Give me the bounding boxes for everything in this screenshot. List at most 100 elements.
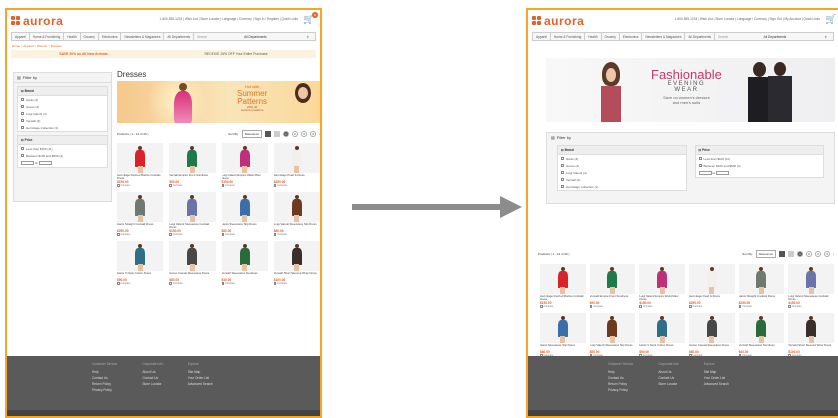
product-image[interactable] [738,313,785,343]
product-card[interactable]: Hermitage Pearl & Dress $250.00 Compare [689,264,735,308]
facet-option[interactable]: Hanis (4) [18,96,107,103]
breadcrumb[interactable]: Home > Apparel > Women > Dresses [7,41,320,50]
product-card[interactable]: Versatil Sleeveless Sundress$40.00Compar… [738,313,785,357]
checkbox[interactable] [21,112,24,115]
utility-links[interactable]: 1-800-555-1234 | Wish List | Store Locat… [160,17,298,21]
footer-link-search[interactable]: Advanced Search [704,382,729,386]
grid-view-icon[interactable] [265,131,271,137]
facet-option[interactable]: Luigi Valenti (4) [18,110,107,117]
compare-checkbox[interactable]: Compare [169,184,215,187]
product-image[interactable] [221,143,268,173]
product-image[interactable] [273,192,320,222]
compare-checkbox[interactable]: Compare [117,282,163,285]
product-card[interactable]: Luigi Valenti Sleeveless Cocktail Dress $… [169,192,216,236]
product-image[interactable] [589,264,636,294]
checkbox[interactable] [117,233,120,236]
product-card[interactable]: Versatil Short Sleeved Wrap Dress $100.00… [788,313,834,357]
product-image[interactable] [169,192,216,222]
checkbox[interactable] [21,126,24,129]
max-price-input[interactable] [716,171,730,175]
checkbox[interactable] [589,305,593,308]
product-card[interactable]: Hermitage Ruched Bodice Cocktail Dress $1… [117,143,164,187]
facet-option[interactable]: Gusso (4) [558,162,686,169]
facet-option[interactable]: Versatil (4) [558,176,686,183]
product-image[interactable] [221,241,268,271]
nav-item-all-departments[interactable]: All Departments [164,33,195,40]
product-image[interactable] [540,313,586,343]
product-card[interactable]: Hanis Sleeveless Slip Dress$80.00Compare [221,192,268,236]
product-image[interactable] [639,313,685,343]
list-view-icon[interactable] [274,131,280,137]
nav-item-electronics[interactable]: Electronics [620,33,643,40]
product-card[interactable]: Luigi Valenti Empire Waist Maxi Dress $15… [639,264,685,308]
product-image[interactable] [117,241,164,271]
checkbox[interactable] [21,98,24,101]
compare-checkbox[interactable]: Compare [221,233,268,236]
footer-link-contact[interactable]: Contact Us [608,376,633,380]
checkbox[interactable] [698,164,702,167]
nav-item-home[interactable]: Home & Furnishing [551,33,586,40]
compare-checkbox[interactable]: Compare [221,282,268,285]
sort-select[interactable]: Relevance [755,250,776,258]
compare-checkbox[interactable]: Compare [639,305,685,308]
search-icon[interactable]: ⚲ [304,33,312,40]
product-image[interactable] [169,241,216,271]
footer-link-orders[interactable]: Your Order List [704,376,729,380]
checkbox[interactable] [689,305,692,308]
nav-item-apparel[interactable]: Apparel [533,33,551,40]
facet-option[interactable]: Luigi Valenti (4) [558,169,686,176]
product-card[interactable]: Hermitage Ruched Bodice Cocktail Dress $1… [540,264,586,308]
checkbox[interactable] [273,282,277,285]
footer-link-contact[interactable]: Contact Us [92,376,117,380]
checkbox[interactable] [169,184,172,187]
compare-checkbox[interactable]: Compare [221,184,268,187]
search-input[interactable]: Search All Departments ⚲ [715,33,833,40]
price-facet-header[interactable]: ⊟ Price [18,136,107,145]
nav-item-grocery[interactable]: Grocery [602,33,620,40]
product-card[interactable]: Hanis V-Neck Cotton Dress$90.00Compare [639,313,685,357]
checkbox[interactable] [639,305,642,308]
evening-wear-hero[interactable]: Fashionable EVENING WEAR Save on women's… [546,58,835,122]
footer-link-returns[interactable]: Return Policy [608,382,633,386]
compare-checkbox[interactable]: Compare [540,305,586,308]
brand-logo[interactable]: aurora [532,14,584,28]
product-card[interactable]: Luigi Valenti Sleeveless Slip Dress $80.0… [273,192,320,236]
brand-facet-header[interactable]: ⊟ Brand [558,146,686,155]
footer-link-about[interactable]: About Us [658,370,678,374]
product-image[interactable] [273,241,320,271]
checkbox[interactable] [788,305,791,308]
product-card[interactable]: Luigi Valenti Empire Waist Maxi Dress $15… [221,143,268,187]
nav-item-newsletters[interactable]: Newsletters & Magazines [121,33,165,40]
page-2-button[interactable]: 2 [806,251,812,257]
product-image[interactable] [738,264,785,294]
checkbox[interactable] [561,178,564,181]
product-image[interactable] [689,264,735,294]
promo-left[interactable]: SAVE 20% on All New Arrivals [59,52,107,56]
footer-link-contact[interactable]: Contact Us [142,376,162,380]
nav-item-electronics[interactable]: Electronics [99,33,122,40]
facet-option[interactable]: Between $100 and $500 (4) [18,152,107,159]
facet-option[interactable]: Hermitage Collection (1) [558,183,686,190]
product-card[interactable]: Hanis Straight Cocktail Dress $250.00 Comp… [738,264,785,308]
page-1-button[interactable]: 1 [283,131,289,137]
footer-link-privacy[interactable]: Privacy Policy [608,388,633,392]
product-card[interactable]: Hermitage Pearl & Dress $250.00 Compare [273,143,320,187]
product-card[interactable]: Versatil Sleeveless Sundress$40.00Compar… [221,241,268,285]
compare-checkbox[interactable]: Compare [273,233,320,236]
facet-option[interactable]: Hermitage Collection (1) [18,124,107,131]
checkbox[interactable] [221,184,224,187]
list-view-icon[interactable] [788,251,794,257]
price-facet-header[interactable]: ⊟ Price [695,146,823,155]
footer-link-privacy[interactable]: Privacy Policy [92,388,117,392]
footer-link-stores[interactable]: Store Locator [142,382,162,386]
footer-link-orders[interactable]: Your Order List [188,376,213,380]
max-price-input[interactable] [38,161,52,165]
checkbox[interactable] [21,154,24,157]
facet-option[interactable]: Gusso (4) [18,103,107,110]
checkbox[interactable] [561,171,564,174]
min-price-input[interactable] [21,161,34,165]
checkbox[interactable] [561,164,564,167]
footer-link-stores[interactable]: Store Locator [658,382,678,386]
nav-item-all-departments[interactable]: All Departments [685,33,716,40]
nav-item-health[interactable]: Health [64,33,81,40]
